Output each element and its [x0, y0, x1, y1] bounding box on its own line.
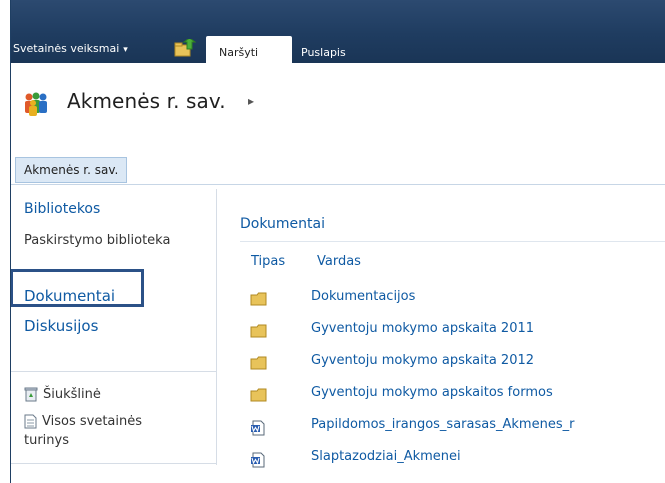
- tab-browse[interactable]: Naršyti: [206, 36, 292, 63]
- nav-divider: [11, 371, 217, 372]
- topbar-divider: [11, 184, 665, 185]
- nav-item-distribution-library[interactable]: Paskirstymo biblioteka: [24, 233, 170, 248]
- folder-icon: [250, 324, 267, 338]
- row-name[interactable]: Slaptazodziai_Akmenei: [311, 449, 461, 464]
- table-row[interactable]: Gyventoju mokymo apskaitos formos: [240, 381, 665, 413]
- table-row[interactable]: Slaptazodziai_Akmenei: [240, 445, 665, 477]
- row-name[interactable]: Gyventoju mokymo apskaitos formos: [311, 385, 553, 400]
- table-row[interactable]: Gyventoju mokymo apskaita 2012: [240, 349, 665, 381]
- ribbon-bar: Svetainės veiksmai ▾ Naršyti Puslapis: [11, 0, 665, 63]
- word-doc-icon: [251, 420, 265, 436]
- breadcrumb-arrow-icon[interactable]: ▸: [248, 94, 254, 108]
- nav-item-discussions[interactable]: Diskusijos: [24, 317, 98, 335]
- table-row[interactable]: Gyventoju mokymo apskaita 2011: [240, 317, 665, 349]
- folder-icon: [250, 292, 267, 306]
- recycle-bin-link[interactable]: Šiukšlinė: [24, 387, 101, 402]
- column-header-type[interactable]: Tipas: [251, 254, 285, 269]
- top-link-bar: Akmenės r. sav.: [11, 147, 665, 189]
- word-doc-icon: [251, 452, 265, 468]
- main-content: Dokumentai Tipas Vardas Dokumentacijos G…: [218, 189, 665, 483]
- folder-icon: [250, 356, 267, 370]
- table-row[interactable]: Papildomos_irangos_sarasas_Akmenes_r: [240, 413, 665, 445]
- site-logo-people-icon: [25, 92, 47, 116]
- navigate-up-icon[interactable]: [174, 39, 196, 57]
- tab-page[interactable]: Puslapis: [299, 36, 346, 63]
- nav-divider-bottom: [11, 463, 217, 464]
- row-name[interactable]: Dokumentacijos: [311, 289, 415, 304]
- site-actions-menu[interactable]: Svetainės veiksmai ▾: [13, 42, 128, 55]
- recycle-bin-icon: [24, 387, 38, 402]
- chevron-down-icon: ▾: [123, 45, 128, 55]
- quick-launch: Bibliotekos Paskirstymo biblioteka Dokum…: [11, 189, 217, 465]
- nav-heading-libraries[interactable]: Bibliotekos: [24, 201, 100, 217]
- webpart-title[interactable]: Dokumentai: [240, 216, 325, 232]
- leftnav-border: [216, 189, 217, 465]
- site-title[interactable]: Akmenės r. sav.: [67, 89, 226, 113]
- site-title-area: Akmenės r. sav. ▸: [11, 63, 665, 147]
- nav-item-documents[interactable]: Dokumentai: [24, 287, 115, 305]
- row-name[interactable]: Papildomos_irangos_sarasas_Akmenes_r: [311, 417, 574, 432]
- site-actions-label: Svetainės veiksmai: [13, 42, 120, 55]
- webpart-title-underline: [240, 241, 665, 242]
- row-name[interactable]: Gyventoju mokymo apskaita 2012: [311, 353, 534, 368]
- folder-icon: [250, 388, 267, 402]
- all-site-content-link[interactable]: Visos svetainės: [24, 414, 142, 429]
- all-content-label-line1: Visos svetainės: [42, 414, 143, 429]
- column-header-name[interactable]: Vardas: [317, 254, 361, 269]
- all-content-icon: [24, 414, 37, 429]
- topnav-item-home[interactable]: Akmenės r. sav.: [15, 157, 128, 183]
- row-name[interactable]: Gyventoju mokymo apskaita 2011: [311, 321, 534, 336]
- recycle-bin-label: Šiukšlinė: [43, 387, 101, 402]
- all-content-label-line2[interactable]: turinys: [24, 433, 69, 448]
- table-row[interactable]: Dokumentacijos: [240, 285, 665, 317]
